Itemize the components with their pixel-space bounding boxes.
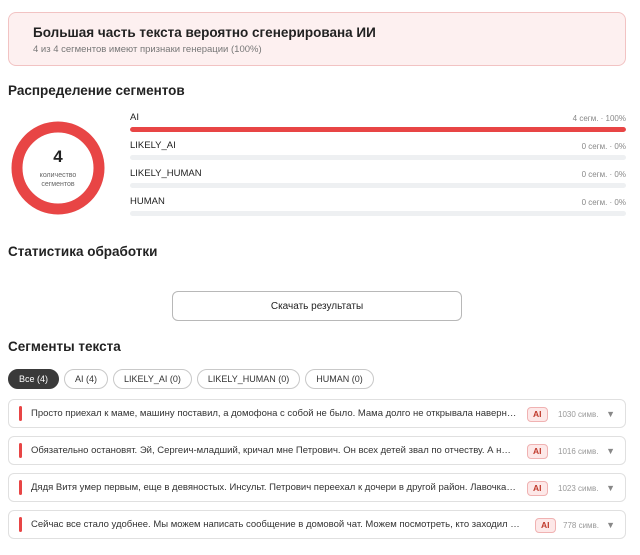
distribution-value: 0 сегм. · 0%: [581, 170, 626, 179]
segment-badge: AI: [527, 407, 548, 422]
donut-total: 4: [53, 147, 63, 166]
donut-total-label: количество сегментов: [39, 172, 77, 188]
segment-text: Просто приехал к маме, машину поставил, …: [31, 408, 521, 419]
segment-item[interactable]: Обязательно остановят. Эй, Сергеич-младш…: [8, 436, 626, 465]
distribution-label: AI: [130, 112, 139, 123]
segment-char-count: 778 симв.: [563, 521, 600, 530]
segment-item[interactable]: Дядя Витя умер первым, еще в девяностых.…: [8, 473, 626, 502]
distribution-row-likely-ai: LIKELY_AI 0 сегм. · 0%: [130, 140, 626, 168]
segment-color-marker: [19, 406, 22, 421]
ai-alert-banner: Большая часть текста вероятно сгенериров…: [8, 12, 626, 66]
distribution-track: [130, 127, 626, 132]
distribution-list: AI 4 сегм. · 100% LIKELY_AI 0 сегм. · 0%…: [130, 112, 626, 224]
distribution-track: [130, 155, 626, 160]
segment-badge: AI: [527, 444, 548, 459]
distribution-title: Распределение сегментов: [8, 83, 185, 98]
alert-title: Большая часть текста вероятно сгенериров…: [33, 25, 376, 40]
donut-center: 4 количество сегментов: [10, 120, 106, 216]
filter-likely-human[interactable]: LIKELY_HUMAN (0): [196, 369, 301, 389]
stats-title: Статистика обработки: [8, 244, 158, 259]
segment-text: Дядя Витя умер первым, еще в девяностых.…: [31, 482, 516, 493]
distribution-value: 0 сегм. · 0%: [581, 142, 626, 151]
filter-ai[interactable]: AI (4): [64, 369, 109, 389]
chevron-down-icon[interactable]: ▼: [606, 445, 615, 457]
segment-char-count: 1023 симв.: [558, 484, 599, 493]
distribution-row-ai: AI 4 сегм. · 100%: [130, 112, 626, 140]
segment-char-count: 1030 симв.: [558, 410, 599, 419]
download-results-button[interactable]: Скачать результаты: [172, 291, 462, 321]
segment-list: Просто приехал к маме, машину поставил, …: [8, 399, 626, 547]
distribution-value: 4 сегм. · 100%: [572, 114, 626, 123]
segment-badge: AI: [527, 481, 548, 496]
filter-human[interactable]: HUMAN (0): [305, 369, 374, 389]
chevron-down-icon[interactable]: ▼: [606, 408, 615, 420]
chevron-down-icon[interactable]: ▼: [606, 519, 615, 531]
distribution-track: [130, 211, 626, 216]
segments-title: Сегменты текста: [8, 339, 121, 354]
filter-likely-ai[interactable]: LIKELY_AI (0): [113, 369, 192, 389]
distribution-label: LIKELY_HUMAN: [130, 168, 202, 179]
filter-all[interactable]: Все (4): [8, 369, 60, 389]
segment-color-marker: [19, 480, 22, 495]
alert-subtitle: 4 из 4 сегментов имеют признаки генераци…: [33, 44, 262, 55]
segment-color-marker: [19, 517, 22, 532]
segment-color-marker: [19, 443, 22, 458]
segment-item[interactable]: Просто приехал к маме, машину поставил, …: [8, 399, 626, 428]
distribution-value: 0 сегм. · 0%: [581, 198, 626, 207]
segment-text: Обязательно остановят. Эй, Сергеич-младш…: [31, 445, 511, 456]
segment-filters: Все (4) AI (4) LIKELY_AI (0) LIKELY_HUMA…: [8, 369, 374, 389]
distribution-track: [130, 183, 626, 188]
segment-badge: AI: [535, 518, 556, 533]
segment-char-count: 1016 симв.: [558, 447, 599, 456]
distribution-row-human: HUMAN 0 сегм. · 0%: [130, 196, 626, 224]
distribution-fill: [130, 127, 626, 132]
segment-text: Сейчас все стало удобнее. Мы можем напис…: [31, 519, 521, 530]
segment-item[interactable]: Сейчас все стало удобнее. Мы можем напис…: [8, 510, 626, 539]
distribution-row-likely-human: LIKELY_HUMAN 0 сегм. · 0%: [130, 168, 626, 196]
distribution-label: LIKELY_AI: [130, 140, 176, 151]
distribution-label: HUMAN: [130, 196, 165, 207]
chevron-down-icon[interactable]: ▼: [606, 482, 615, 494]
